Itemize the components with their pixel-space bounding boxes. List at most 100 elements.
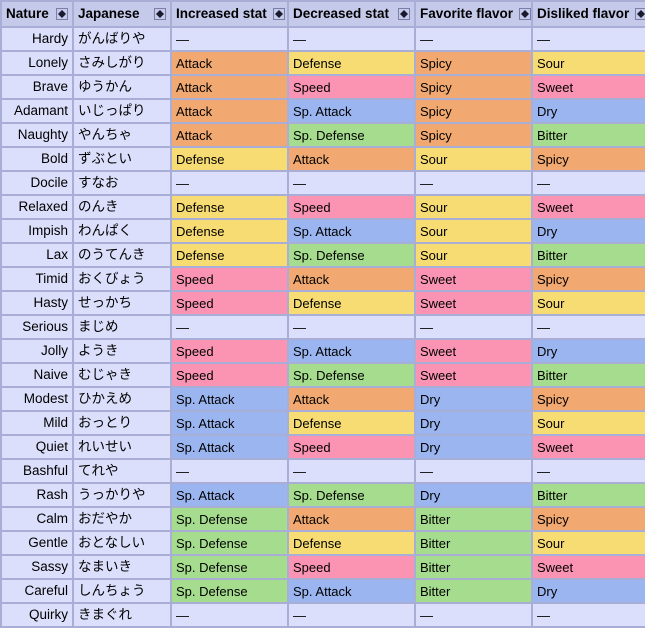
cell-disliked-flavor: Sour: [533, 52, 645, 74]
cell-decreased-stat: Sp. Attack: [289, 340, 414, 362]
cell-nature: Hasty: [2, 292, 72, 314]
cell-nature: Hardy: [2, 28, 72, 50]
cell-favorite-flavor: —: [416, 172, 531, 194]
cell-favorite-flavor: Dry: [416, 436, 531, 458]
cell-disliked-flavor: Sweet: [533, 76, 645, 98]
cell-decreased-stat: Speed: [289, 76, 414, 98]
table-row: LaxのうてんきDefenseSp. DefenseSourBitter: [2, 244, 645, 266]
cell-decreased-stat: Sp. Defense: [289, 244, 414, 266]
cell-decreased-stat: —: [289, 460, 414, 482]
cell-decreased-stat: Defense: [289, 292, 414, 314]
cell-increased-stat: Attack: [172, 124, 287, 146]
column-header-increased-stat[interactable]: Increased stat: [172, 2, 287, 26]
cell-favorite-flavor: Bitter: [416, 532, 531, 554]
cell-favorite-flavor: Spicy: [416, 124, 531, 146]
cell-favorite-flavor: —: [416, 28, 531, 50]
cell-decreased-stat: Sp. Defense: [289, 364, 414, 386]
cell-disliked-flavor: Dry: [533, 100, 645, 122]
cell-increased-stat: —: [172, 460, 287, 482]
table-row: HastyせっかちSpeedDefenseSweetSour: [2, 292, 645, 314]
cell-favorite-flavor: —: [416, 460, 531, 482]
cell-disliked-flavor: Bitter: [533, 124, 645, 146]
cell-japanese: のうてんき: [74, 244, 170, 266]
cell-favorite-flavor: Sour: [416, 148, 531, 170]
cell-nature: Timid: [2, 268, 72, 290]
cell-favorite-flavor: Bitter: [416, 508, 531, 530]
cell-japanese: ひかえめ: [74, 388, 170, 410]
table-row: NaiveむじゃきSpeedSp. DefenseSweetBitter: [2, 364, 645, 386]
cell-increased-stat: —: [172, 28, 287, 50]
cell-disliked-flavor: Sour: [533, 412, 645, 434]
cell-disliked-flavor: Sweet: [533, 196, 645, 218]
cell-increased-stat: —: [172, 172, 287, 194]
cell-favorite-flavor: Dry: [416, 388, 531, 410]
cell-nature: Careful: [2, 580, 72, 602]
cell-nature: Docile: [2, 172, 72, 194]
cell-nature: Lax: [2, 244, 72, 266]
cell-disliked-flavor: —: [533, 28, 645, 50]
cell-decreased-stat: Sp. Defense: [289, 484, 414, 506]
table-row: BoldずぶといDefenseAttackSourSpicy: [2, 148, 645, 170]
cell-nature: Lonely: [2, 52, 72, 74]
cell-decreased-stat: Attack: [289, 148, 414, 170]
cell-increased-stat: Sp. Defense: [172, 580, 287, 602]
column-header-japanese[interactable]: Japanese: [74, 2, 170, 26]
table-row: Hardyがんばりや————: [2, 28, 645, 50]
cell-decreased-stat: Speed: [289, 436, 414, 458]
table-row: SassyなまいきSp. DefenseSpeedBitterSweet: [2, 556, 645, 578]
table-row: RelaxedのんきDefenseSpeedSourSweet: [2, 196, 645, 218]
cell-favorite-flavor: Sweet: [416, 268, 531, 290]
sort-icon[interactable]: [154, 8, 166, 20]
table-row: JollyようきSpeedSp. AttackSweetDry: [2, 340, 645, 362]
cell-favorite-flavor: Sweet: [416, 364, 531, 386]
cell-nature: Naive: [2, 364, 72, 386]
cell-favorite-flavor: Bitter: [416, 556, 531, 578]
column-header-favorite-flavor[interactable]: Favorite flavor: [416, 2, 531, 26]
cell-decreased-stat: Sp. Attack: [289, 100, 414, 122]
sort-icon[interactable]: [635, 8, 645, 20]
column-header-label: Favorite flavor: [420, 7, 513, 21]
cell-increased-stat: Sp. Defense: [172, 556, 287, 578]
table-row: Bashfulてれや————: [2, 460, 645, 482]
cell-japanese: まじめ: [74, 316, 170, 338]
cell-favorite-flavor: Spicy: [416, 100, 531, 122]
column-header-label: Decreased stat: [293, 7, 389, 21]
cell-favorite-flavor: Spicy: [416, 76, 531, 98]
cell-disliked-flavor: Dry: [533, 340, 645, 362]
table-row: Quirkyきまぐれ————: [2, 604, 645, 626]
sort-icon[interactable]: [56, 8, 68, 20]
cell-favorite-flavor: Dry: [416, 412, 531, 434]
cell-nature: Bold: [2, 148, 72, 170]
cell-japanese: ようき: [74, 340, 170, 362]
table-row: ImpishわんぱくDefenseSp. AttackSourDry: [2, 220, 645, 242]
cell-disliked-flavor: —: [533, 316, 645, 338]
cell-decreased-stat: Attack: [289, 268, 414, 290]
cell-increased-stat: Sp. Attack: [172, 388, 287, 410]
cell-decreased-stat: Speed: [289, 556, 414, 578]
cell-decreased-stat: —: [289, 172, 414, 194]
sort-icon[interactable]: [273, 8, 285, 20]
cell-favorite-flavor: —: [416, 604, 531, 626]
cell-increased-stat: Defense: [172, 148, 287, 170]
cell-nature: Brave: [2, 76, 72, 98]
cell-disliked-flavor: Bitter: [533, 364, 645, 386]
cell-japanese: せっかち: [74, 292, 170, 314]
cell-nature: Bashful: [2, 460, 72, 482]
cell-disliked-flavor: Sweet: [533, 556, 645, 578]
cell-nature: Quiet: [2, 436, 72, 458]
cell-nature: Sassy: [2, 556, 72, 578]
sort-icon[interactable]: [519, 8, 531, 20]
cell-japanese: ずぶとい: [74, 148, 170, 170]
sort-icon[interactable]: [398, 8, 410, 20]
cell-decreased-stat: Attack: [289, 508, 414, 530]
cell-japanese: きまぐれ: [74, 604, 170, 626]
cell-favorite-flavor: Spicy: [416, 52, 531, 74]
column-header-decreased-stat[interactable]: Decreased stat: [289, 2, 414, 26]
cell-disliked-flavor: Sour: [533, 532, 645, 554]
cell-increased-stat: Sp. Defense: [172, 532, 287, 554]
cell-decreased-stat: Sp. Defense: [289, 124, 414, 146]
column-header-nature[interactable]: Nature: [2, 2, 72, 26]
cell-nature: Quirky: [2, 604, 72, 626]
header-row: NatureJapaneseIncreased stat Decreased st…: [2, 2, 645, 26]
column-header-disliked-flavor[interactable]: Disliked flavor: [533, 2, 645, 26]
